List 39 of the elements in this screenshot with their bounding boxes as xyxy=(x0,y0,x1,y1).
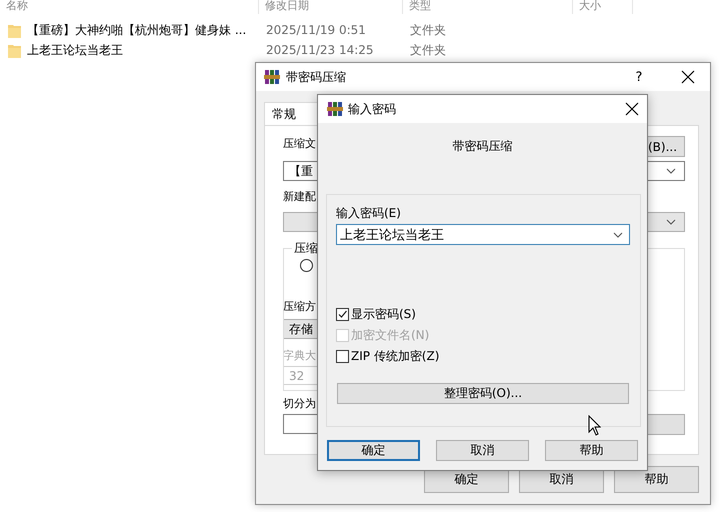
modified-date: 2025/11/23 14:25 xyxy=(265,43,375,57)
dropdown-caret-icon xyxy=(666,168,676,174)
dialog-heading: 带密码压缩 xyxy=(452,138,514,154)
checkbox[interactable] xyxy=(336,308,349,320)
password-field[interactable]: 上老王论坛当老王 xyxy=(336,224,630,245)
modified-date: 2025/11/19 0:51 xyxy=(265,23,367,37)
folder-icon xyxy=(8,22,21,38)
close-icon xyxy=(681,70,695,84)
radio-button[interactable] xyxy=(300,259,313,272)
window-title: 输入密码 xyxy=(348,100,397,118)
organize-passwords-button[interactable]: 整理密码(O)... xyxy=(337,383,629,404)
archive-books-icon xyxy=(327,101,343,117)
dropdown-caret-icon xyxy=(666,219,676,225)
file-type: 文件夹 xyxy=(409,22,447,38)
dialog-button[interactable]: 帮助 xyxy=(545,440,638,461)
folder-icon xyxy=(8,42,21,58)
field-label: 新建配 xyxy=(283,189,316,205)
checkbox-label: 加密文件名(N) xyxy=(351,326,430,344)
help-button[interactable]: ? xyxy=(618,70,660,84)
field-label: 压缩文 xyxy=(283,136,316,152)
dialog-button[interactable]: 确定 xyxy=(327,440,420,461)
dialog-button[interactable]: 取消 xyxy=(436,440,529,461)
field-label: 输入密码(E) xyxy=(336,205,401,221)
checkbox[interactable] xyxy=(336,350,349,362)
checkmark-icon xyxy=(337,308,348,320)
checkbox-label: 显示密码(S) xyxy=(351,306,416,322)
dialog-button[interactable]: 帮助 xyxy=(614,466,699,493)
field-label: 压缩方 xyxy=(283,299,316,315)
file-name[interactable]: 上老王论坛当老王 xyxy=(27,42,123,58)
checkbox-label: ZIP 传统加密(Z) xyxy=(351,348,440,364)
window-title: 带密码压缩 xyxy=(286,68,347,86)
archive-books-icon xyxy=(264,69,280,85)
file-type: 文件夹 xyxy=(409,42,447,58)
field-label: 切分为 xyxy=(283,396,316,412)
file-name[interactable]: 【重磅】大神约啪【杭州炮哥】健身妹 ... xyxy=(27,22,246,38)
tab[interactable]: 常规 xyxy=(264,102,318,125)
dropdown-caret-icon xyxy=(613,232,623,238)
close-icon xyxy=(625,102,639,116)
cursor-icon xyxy=(588,415,601,437)
